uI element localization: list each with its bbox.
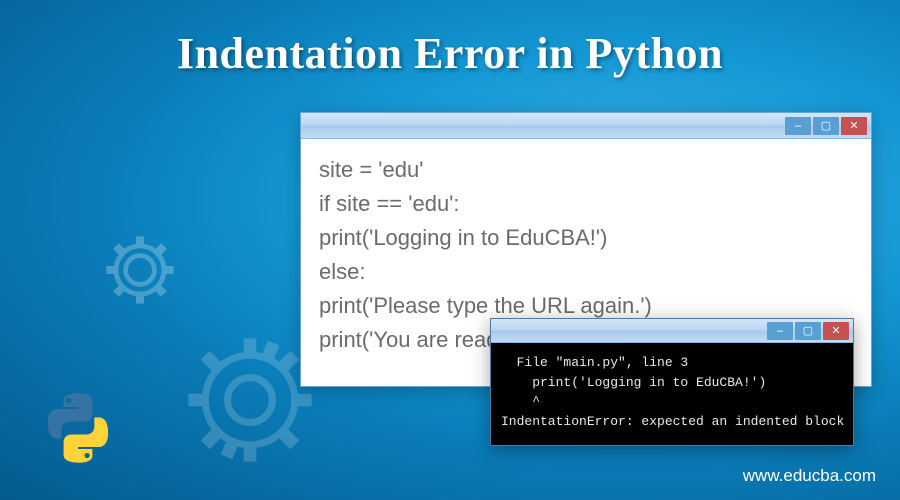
- code-line: site = 'edu': [319, 153, 853, 187]
- python-logo-icon: [42, 392, 114, 464]
- console-line: ^: [501, 392, 843, 412]
- maximize-button[interactable]: ▢: [813, 117, 839, 135]
- console-titlebar: – ▢ ✕: [491, 319, 853, 343]
- console-window: – ▢ ✕ File "main.py", line 3 print('Logg…: [490, 318, 854, 446]
- console-line: IndentationError: expected an indented b…: [501, 412, 843, 432]
- close-button[interactable]: ✕: [823, 322, 849, 340]
- gear-icon: [180, 330, 320, 470]
- gear-icon: [100, 230, 180, 310]
- watermark: www.educba.com: [743, 466, 876, 486]
- minimize-button[interactable]: –: [767, 322, 793, 340]
- console-line: print('Logging in to EduCBA!'): [501, 373, 843, 393]
- close-button[interactable]: ✕: [841, 117, 867, 135]
- editor-titlebar: – ▢ ✕: [301, 113, 871, 139]
- page-title: Indentation Error in Python: [0, 0, 900, 79]
- code-line: print('Logging in to EduCBA!'): [319, 221, 853, 255]
- minimize-button[interactable]: –: [785, 117, 811, 135]
- console-line: File "main.py", line 3: [501, 353, 843, 373]
- console-content: File "main.py", line 3 print('Logging in…: [491, 343, 853, 445]
- maximize-button[interactable]: ▢: [795, 322, 821, 340]
- code-line: if site == 'edu':: [319, 187, 853, 221]
- code-line: else:: [319, 255, 853, 289]
